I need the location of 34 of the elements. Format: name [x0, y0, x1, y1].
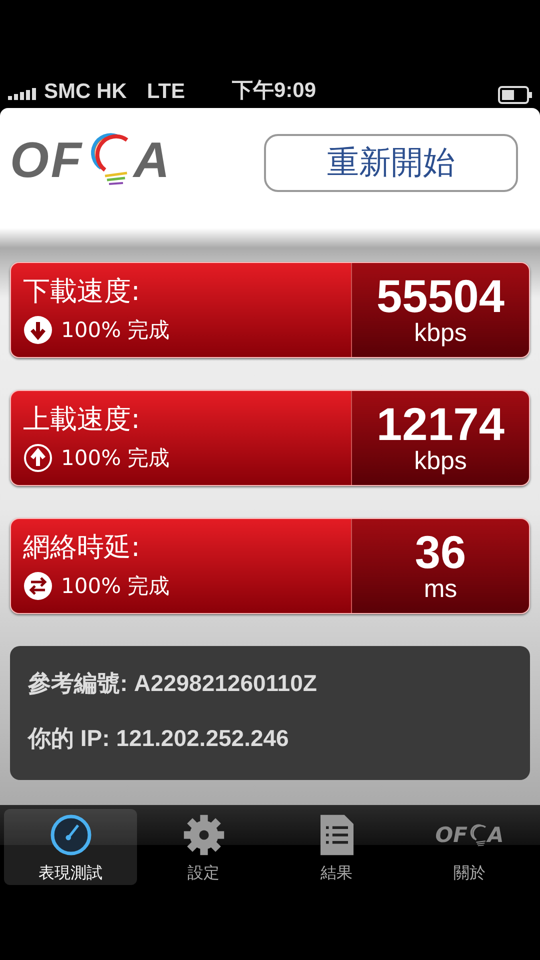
- tab-item[interactable]: OF A 關於: [403, 809, 536, 885]
- tab-label: 表現測試: [38, 863, 102, 884]
- tab-item[interactable]: 結果: [270, 809, 403, 885]
- restart-button[interactable]: 重新開始: [264, 134, 518, 192]
- arrow-down-icon: [23, 315, 53, 345]
- clock: 下午9:09: [231, 78, 318, 104]
- metric-unit: kbps: [414, 318, 467, 348]
- metric-title: 上載速度:: [23, 403, 142, 437]
- info-text: 你的 IP: 121.202.252.246: [28, 724, 290, 753]
- progress-text: 100% 完成: [61, 445, 170, 472]
- progress-text: 100% 完成: [61, 317, 170, 344]
- metric-value: 12174: [376, 400, 504, 446]
- metric-unit: ms: [424, 574, 458, 604]
- progress-text: 100% 完成: [61, 573, 170, 600]
- battery-icon: [498, 86, 532, 104]
- metric-title: 網絡時延:: [23, 531, 142, 565]
- tab-item[interactable]: 表現測試: [4, 809, 137, 885]
- metric-unit: kbps: [414, 446, 467, 476]
- info-text: 參考編號: A229821260110Z: [28, 669, 318, 698]
- swap-arrows-icon: [23, 571, 53, 601]
- network-type: LTE: [146, 80, 185, 104]
- arrow-up-icon: [23, 443, 53, 473]
- metric-value: 36: [414, 528, 466, 574]
- tab-label: 結果: [320, 863, 352, 884]
- logo-text: OF: [435, 823, 468, 847]
- tab-label: 設定: [188, 863, 220, 884]
- logo-text: OF: [10, 131, 84, 189]
- logo-text: A: [487, 823, 504, 847]
- tab-label: 關於: [454, 863, 486, 884]
- carrier-name: SMC HK: [44, 80, 127, 104]
- metric-title: 下載速度:: [23, 275, 142, 309]
- tab-item[interactable]: 設定: [137, 809, 270, 885]
- logo-text: A: [133, 131, 172, 189]
- metric-value: 55504: [376, 272, 504, 318]
